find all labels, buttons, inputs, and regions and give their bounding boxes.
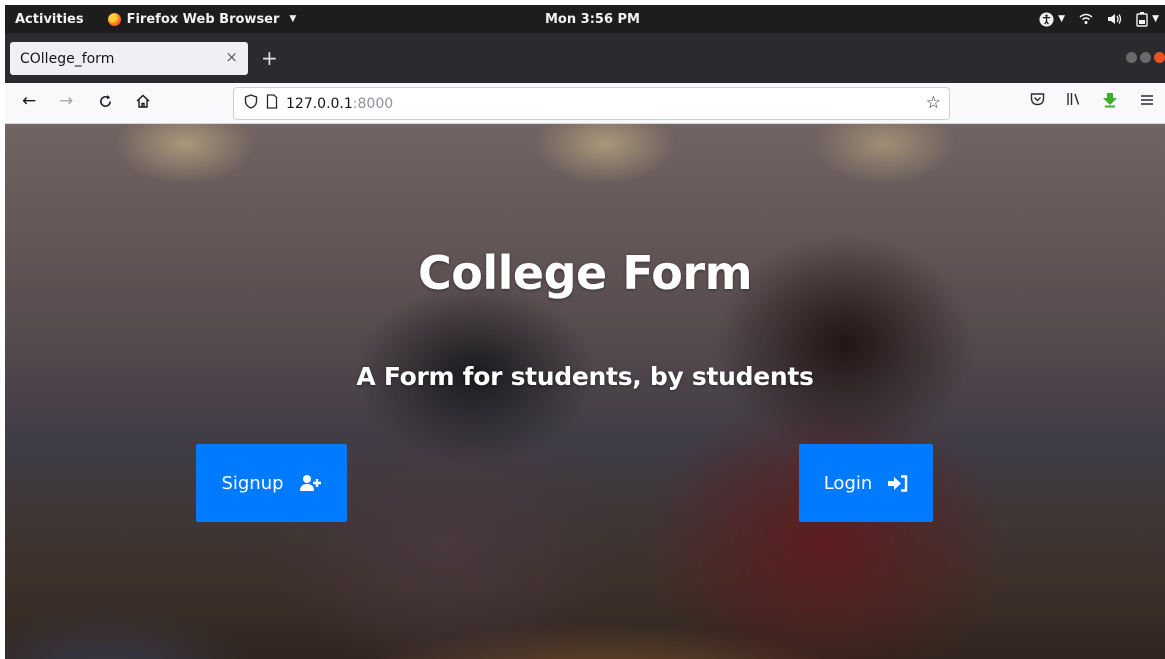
tab-title: COllege_form <box>20 50 115 67</box>
forward-arrow-icon[interactable]: → <box>59 91 73 111</box>
back-arrow-icon[interactable]: ← <box>22 91 36 111</box>
url-text: 127.0.0.1:8000 <box>286 96 393 112</box>
close-icon[interactable]: × <box>225 48 238 66</box>
tab-strip: COllege_form × + <box>5 33 1165 83</box>
home-icon[interactable] <box>135 91 151 114</box>
signup-button-label: Signup <box>221 472 284 494</box>
firefox-icon <box>107 12 121 26</box>
chevron-down-icon: ▼ <box>289 14 297 24</box>
download-extension-icon[interactable] <box>1102 92 1118 112</box>
page-info-icon[interactable] <box>266 94 278 113</box>
page-title: College Form <box>417 246 753 300</box>
maximize-button[interactable] <box>1140 52 1151 63</box>
hamburger-menu-icon[interactable] <box>1140 92 1154 110</box>
wifi-icon[interactable] <box>1079 13 1093 25</box>
page-subtitle: A Form for students, by students <box>356 362 814 391</box>
new-tab-button[interactable]: + <box>261 46 278 70</box>
pocket-icon[interactable] <box>1030 92 1045 110</box>
address-bar[interactable]: 127.0.0.1:8000 ☆ <box>233 87 950 120</box>
page-content: College Form A Form for students, by stu… <box>5 124 1165 659</box>
bookmark-star-icon[interactable]: ☆ <box>926 93 941 113</box>
activities-button[interactable]: Activities <box>15 12 84 27</box>
navigation-toolbar: ← → 127.0.0.1:8000 ☆ <box>5 83 1165 124</box>
system-tray[interactable]: ▼ ▼ <box>1039 11 1159 27</box>
login-button[interactable]: Login <box>799 444 933 522</box>
system-top-bar: Activities Firefox Web Browser ▼ Mon 3:5… <box>5 5 1165 33</box>
tab-college-form[interactable]: COllege_form × <box>10 42 248 75</box>
library-icon[interactable] <box>1066 92 1082 110</box>
signup-button[interactable]: Signup <box>196 444 347 522</box>
app-menu[interactable]: Firefox Web Browser ▼ <box>107 11 297 27</box>
window-controls <box>1126 52 1165 63</box>
url-host: 127.0.0.1 <box>286 95 353 112</box>
volume-icon[interactable] <box>1107 13 1122 25</box>
tracking-shield-icon[interactable] <box>244 94 258 113</box>
reload-icon[interactable] <box>98 91 113 114</box>
accessibility-icon[interactable]: ▼ <box>1039 11 1065 27</box>
url-port: :8000 <box>352 95 394 112</box>
user-plus-icon <box>299 474 322 492</box>
minimize-button[interactable] <box>1126 52 1137 63</box>
clock[interactable]: Mon 3:56 PM <box>545 12 640 27</box>
app-menu-label: Firefox Web Browser <box>126 11 280 27</box>
window-close-button[interactable] <box>1154 52 1165 63</box>
login-button-label: Login <box>823 472 873 494</box>
battery-icon[interactable]: ▼ <box>1136 11 1159 27</box>
sign-in-icon <box>888 474 908 492</box>
